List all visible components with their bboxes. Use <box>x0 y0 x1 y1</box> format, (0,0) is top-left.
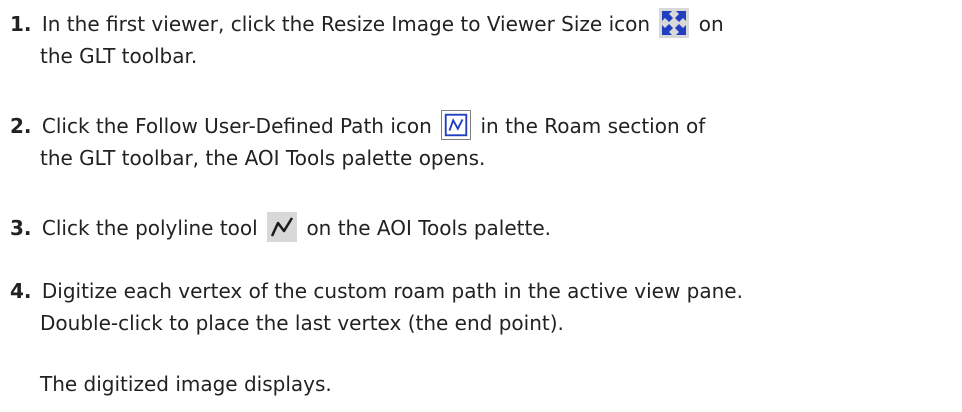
step-text: Digitize each vertex of the custom roam … <box>41 279 743 303</box>
step-4-line-1: 4. Digitize each vertex of the custom ro… <box>10 275 955 307</box>
step-text: Click the Follow User-Defined Path icon <box>41 114 432 138</box>
step-number: 1. <box>10 12 32 36</box>
follow-path-icon <box>441 109 472 140</box>
step-2-line-2: the GLT toolbar, the AOI Tools palette o… <box>40 146 486 170</box>
step-text: on the AOI Tools palette. <box>306 216 551 240</box>
polyline-tool-icon <box>267 211 298 242</box>
resize-to-viewer-icon <box>659 7 690 38</box>
step-1-line-1: 1. In the first viewer, click the Resize… <box>10 7 955 40</box>
step-text: in the Roam section of <box>480 114 706 138</box>
step-text: In the first viewer, click the Resize Im… <box>41 12 651 36</box>
step-2-line-1: 2. Click the Follow User-Defined Path ic… <box>10 109 955 142</box>
step-1-line-2: the GLT toolbar. <box>40 44 198 68</box>
step-4-line-2: Double-click to place the last vertex (t… <box>40 311 564 335</box>
step-3: 3. Click the polyline tool on the AOI To… <box>10 211 955 244</box>
step-text: Click the polyline tool <box>41 216 258 240</box>
step-number: 3. <box>10 216 32 240</box>
step-number: 2. <box>10 114 32 138</box>
step-1: 1. In the first viewer, click the Resize… <box>10 7 955 72</box>
step-text: on <box>698 12 724 36</box>
step-2: 2. Click the Follow User-Defined Path ic… <box>10 109 955 174</box>
step-4: 4. Digitize each vertex of the custom ro… <box>10 275 955 339</box>
step-number: 4. <box>10 279 32 303</box>
result-note: The digitized image displays. <box>40 372 332 396</box>
step-3-line-1: 3. Click the polyline tool on the AOI To… <box>10 211 955 244</box>
